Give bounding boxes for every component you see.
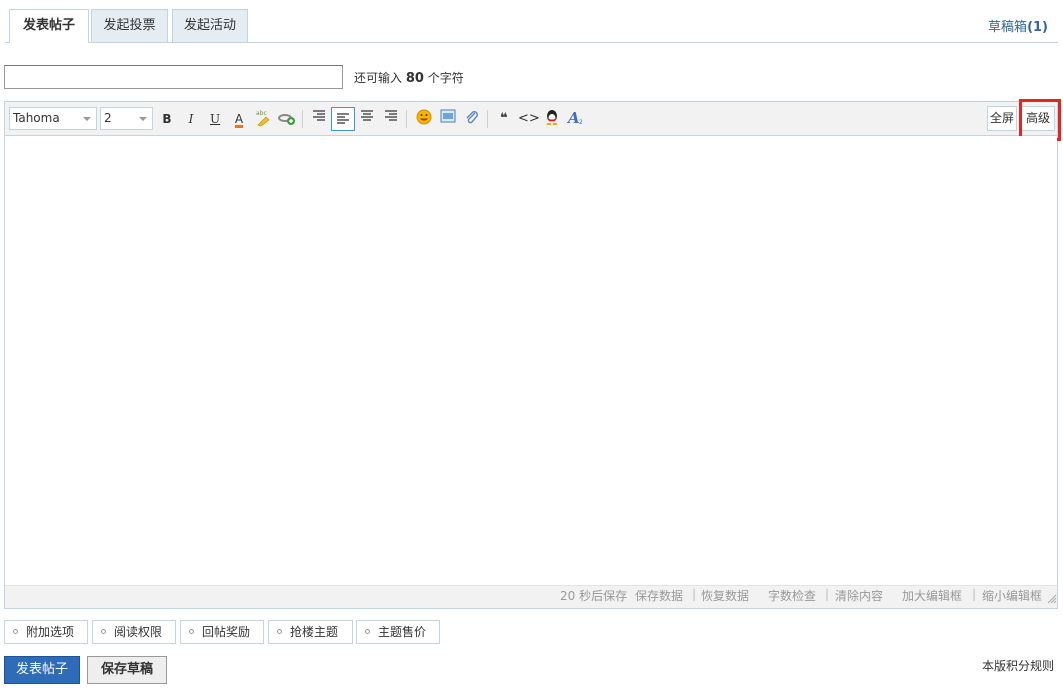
thread-price-button[interactable]: 主题售价 [356,620,440,644]
reply-reward-button[interactable]: 回帖奖励 [180,620,264,644]
align-left-icon [337,113,349,124]
bullet-icon [365,629,370,634]
annotation-highlight-box [1019,99,1061,141]
option-label: 回帖奖励 [202,625,251,639]
word-count-check-link[interactable]: 字数检查 [768,587,816,604]
code-button[interactable]: <> [518,109,540,129]
highlight-button[interactable]: abc [253,109,273,129]
save-draft-button[interactable]: 保存草稿 [87,656,167,684]
bullet-icon [101,629,106,634]
text-style-button[interactable]: A2 [566,109,586,129]
drafts-link[interactable]: 草稿箱(1) [988,16,1048,35]
subject-input[interactable] [4,65,343,89]
fullscreen-button[interactable]: 全屏 [987,106,1017,131]
align-center-icon [361,110,373,121]
qq-penguin-icon [546,110,558,125]
text-style-icon: A2 [566,109,583,127]
attachment-button[interactable] [462,109,482,129]
image-button[interactable] [438,109,458,129]
chevron-down-icon [139,117,147,121]
remaining-suffix: 个字符 [427,71,464,85]
floor-grab-button[interactable]: 抢楼主题 [268,620,353,644]
clear-content-link[interactable]: 清除内容 [835,587,883,604]
smiley-button[interactable] [414,109,434,129]
align-justify-icon [385,110,397,121]
font-color-icon: A [234,112,244,128]
font-family-select[interactable]: Tahoma [9,107,97,130]
status-separator: | [972,587,977,601]
align-center-button[interactable] [357,109,377,129]
font-family-value: Tahoma [13,111,60,125]
editor-content-area[interactable] [5,136,1057,585]
toolbar-separator [302,110,303,128]
status-separator: | [692,587,697,601]
underline-button[interactable]: U [205,109,225,129]
shrink-editor-link[interactable]: 缩小编辑框 [982,587,1042,604]
enlarge-editor-link[interactable]: 加大编辑框 [902,587,962,604]
italic-button[interactable]: I [181,109,201,129]
align-left-button[interactable] [331,107,355,131]
tab-new-poll[interactable]: 发起投票 [91,9,168,42]
smiley-icon [416,109,432,125]
resize-grip-icon[interactable] [1047,594,1057,604]
submit-post-button[interactable]: 发表帖子 [4,656,80,684]
svg-text:A: A [567,109,580,125]
image-icon [440,109,456,123]
drafts-label: 草稿箱 [988,20,1028,35]
restore-data-link[interactable]: 恢复数据 [701,587,749,604]
option-label: 附加选项 [26,625,75,639]
tabs-divider [5,42,1058,43]
align-right-button[interactable] [309,109,329,129]
toolbar-separator [406,110,407,128]
save-data-link[interactable]: 保存数据 [635,587,683,604]
paperclip-icon [466,111,478,124]
remaining-prefix: 还可输入 [354,71,403,85]
remaining-count: 80 [405,71,424,86]
font-size-select[interactable]: 2 [100,107,153,130]
autosave-timer: 20 秒后保存 [560,589,628,603]
tab-new-post[interactable]: 发表帖子 [9,9,89,43]
drafts-count: (1) [1027,20,1048,35]
status-separator: | [825,587,830,601]
read-permission-button[interactable]: 阅读权限 [92,620,176,644]
svg-text:abc: abc [256,110,267,117]
option-label: 抢楼主题 [290,625,339,639]
highlighter-icon: abc [256,110,270,127]
extra-options-button[interactable]: 附加选项 [4,620,88,644]
bullet-icon [13,629,18,634]
align-right-icon [313,110,325,121]
tab-new-activity[interactable]: 发起活动 [172,9,248,42]
qq-button[interactable] [542,109,562,129]
option-label: 主题售价 [378,625,427,639]
remaining-chars: 还可输入 80 个字符 [354,69,464,86]
font-color-button[interactable]: A [229,109,249,129]
font-size-value: 2 [104,111,112,125]
bold-button[interactable]: B [157,109,177,129]
link-button[interactable] [277,109,297,129]
link-icon [278,114,295,125]
align-justify-button[interactable] [381,109,401,129]
svg-text:2: 2 [579,119,583,125]
forum-rules-link[interactable]: 本版积分规则 [982,657,1054,674]
quote-button[interactable]: ❝ [494,109,514,129]
editor-statusbar [5,585,1057,608]
toolbar-separator [487,110,488,128]
bullet-icon [277,629,282,634]
bullet-icon [189,629,194,634]
chevron-down-icon [83,117,91,121]
option-label: 阅读权限 [114,625,163,639]
